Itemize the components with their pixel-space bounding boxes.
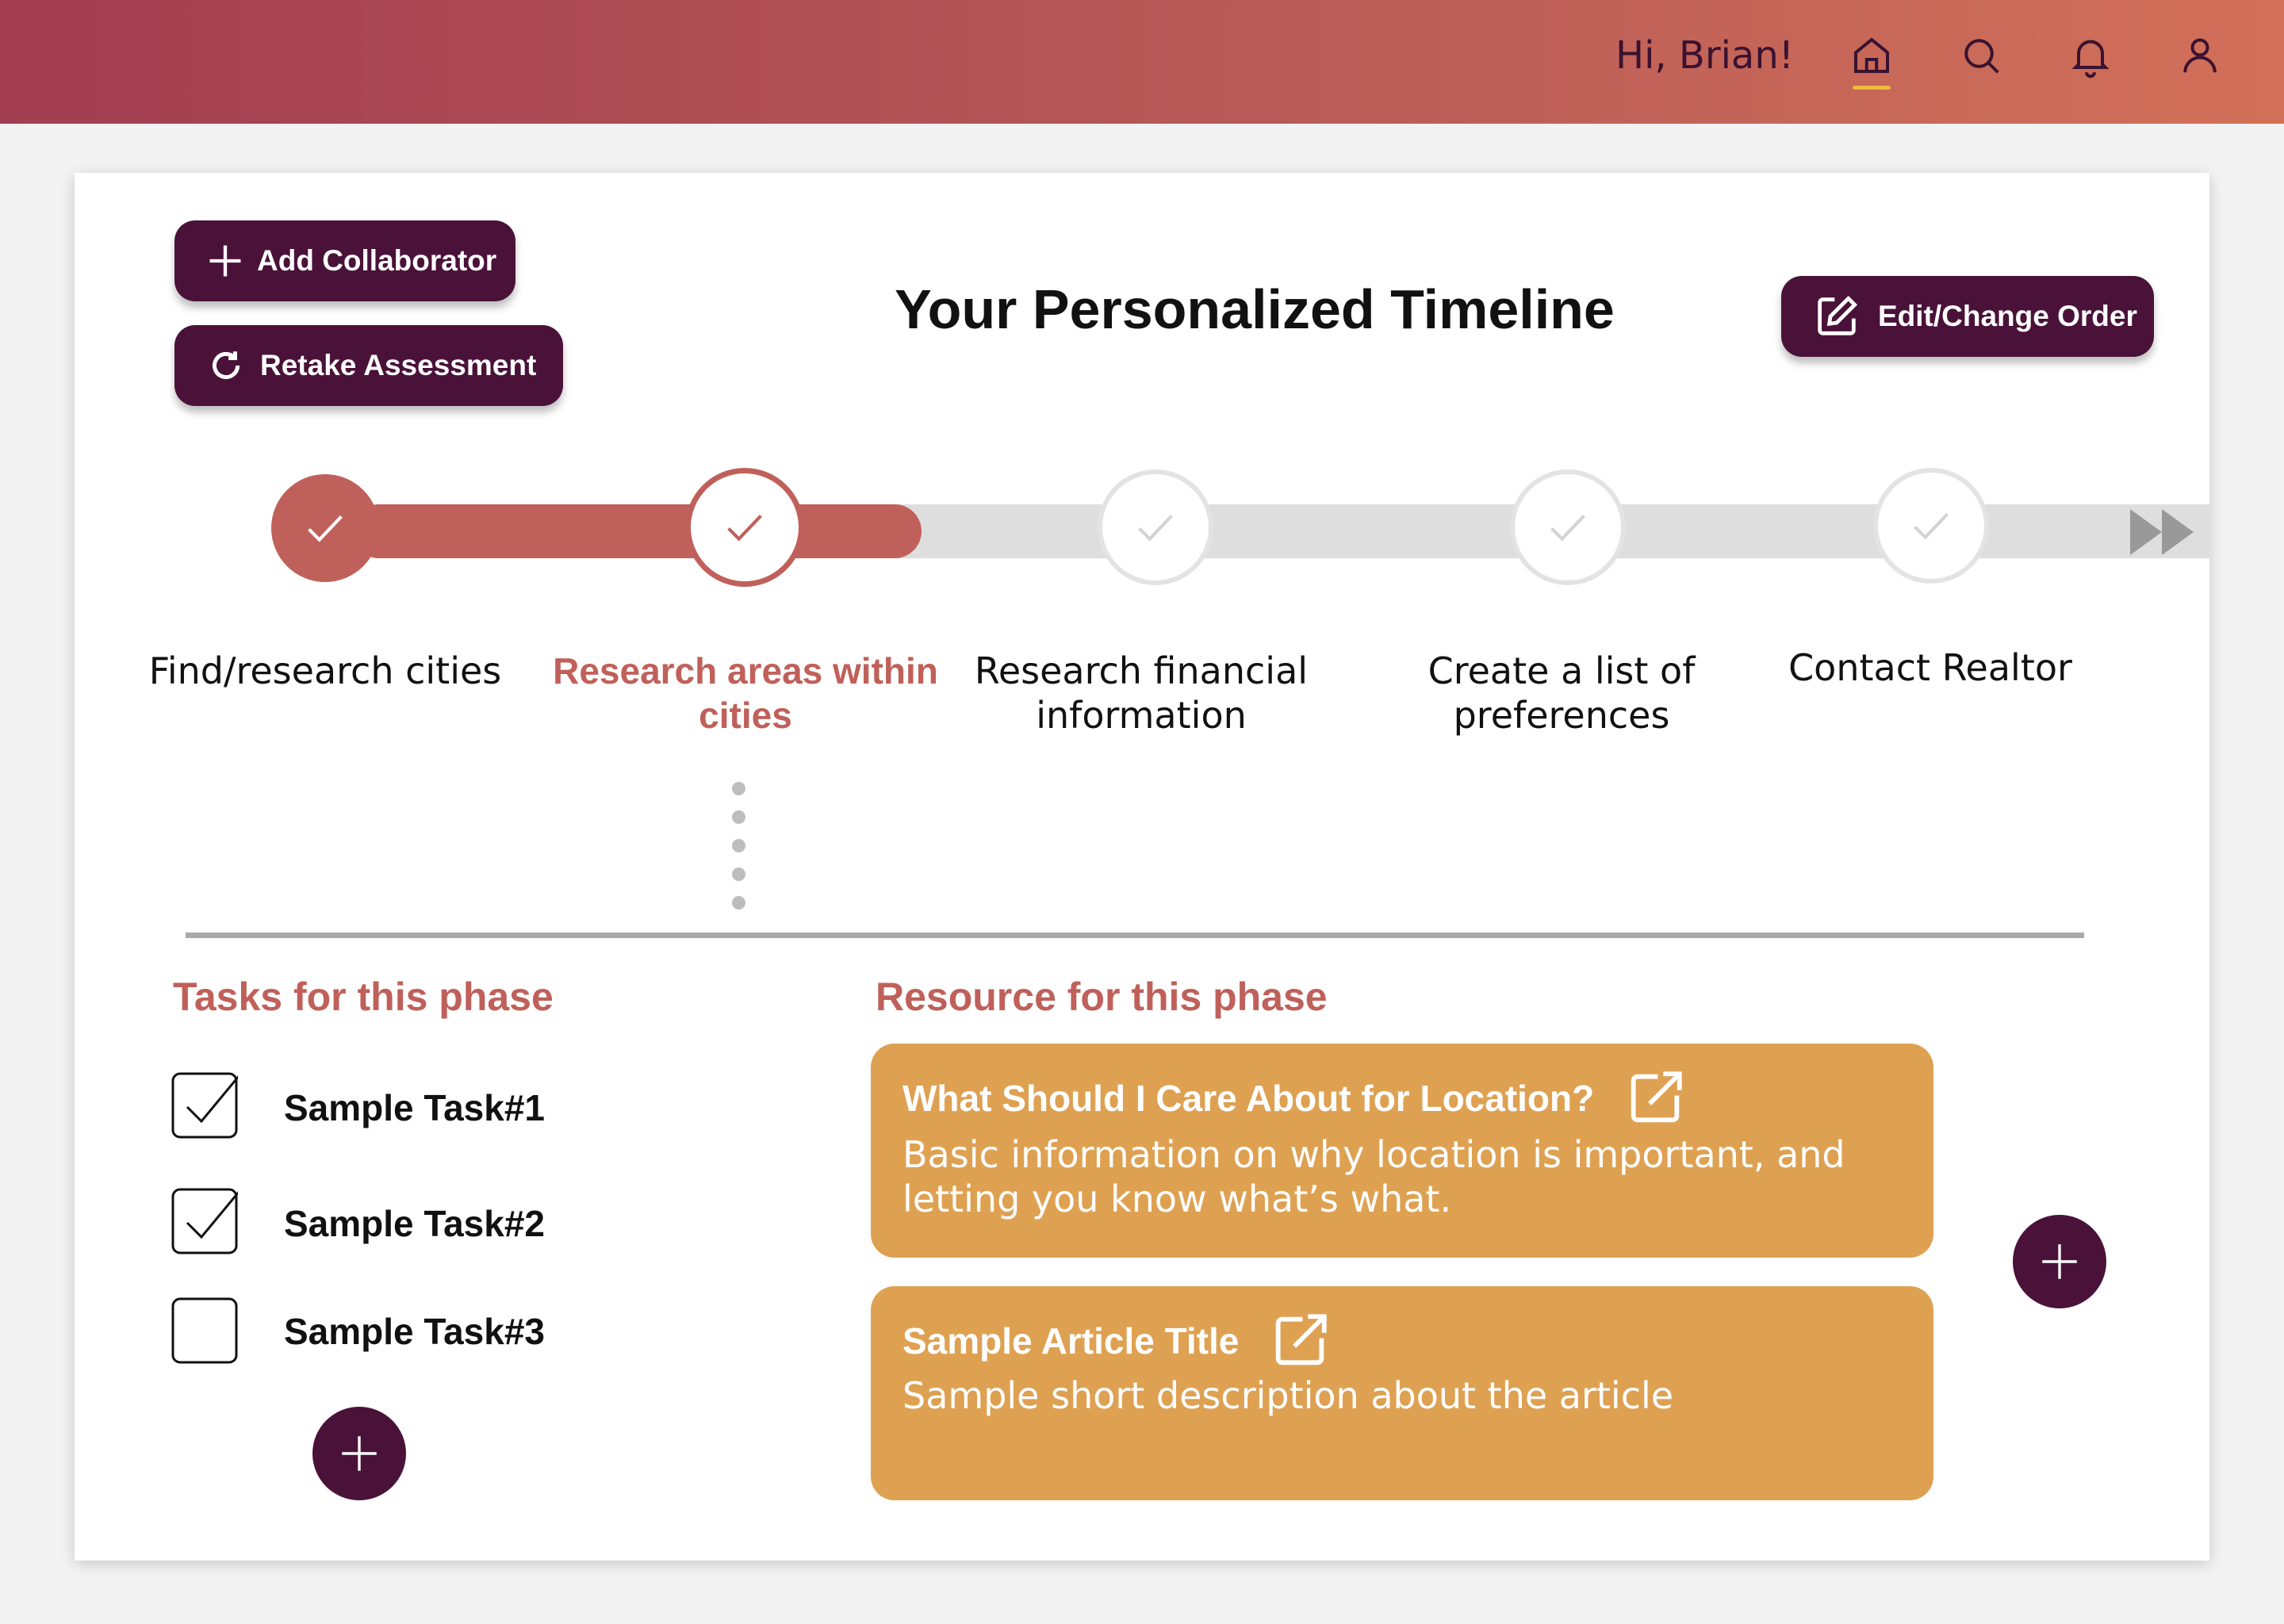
resource-1-description: Basic information on why location is imp… [902,1133,1845,1220]
timeline-step-1-label[interactable]: Find/research cities [143,649,508,693]
plus-icon [342,1436,377,1471]
plus-icon [2042,1244,2077,1279]
task-3-checkbox[interactable] [171,1297,238,1364]
timeline-progress [352,504,922,558]
connector-dot [732,868,745,881]
task-1-label: Sample Task#1 [284,1087,546,1128]
refresh-icon [212,351,240,380]
check-icon [308,515,343,542]
timeline-step-4[interactable] [1510,469,1626,585]
connector-dot [732,896,745,910]
task-3-label: Sample Task#3 [284,1311,546,1352]
page-title: Your Personalized Timeline [895,278,1615,340]
resource-2-description: Sample short description about the artic… [902,1374,1674,1417]
timeline-step-5[interactable] [1873,468,1989,584]
user-greeting: Hi, Brian! [1615,33,1794,78]
check-icon [1914,513,1949,540]
timeline-step-2-current[interactable] [685,468,804,587]
edit-order-button[interactable]: Edit/Change Order [1781,276,2154,357]
home-nav-button[interactable] [1848,32,1895,90]
task-1-checkbox[interactable] [171,1072,238,1139]
checkmark-icon [186,1191,238,1239]
tasks-section-title: Tasks for this phase [173,975,554,1019]
connector-dot [732,810,745,824]
external-link-icon[interactable] [1267,1308,1332,1373]
add-resource-button[interactable] [2013,1215,2106,1308]
retake-assessment-label: Retake Assessment [260,349,537,381]
resources-section-title: Resource for this phase [876,975,1328,1019]
check-icon [1550,515,1585,542]
notifications-nav-button[interactable] [2067,32,2114,89]
task-2-checkbox[interactable] [171,1188,238,1254]
add-collaborator-label: Add Collaborator [257,244,497,277]
resource-2-title[interactable]: Sample Article Title [902,1320,1239,1362]
retake-assessment-button[interactable]: Retake Assessment [174,325,563,406]
timeline-card: Add Collaborator Retake Assessment Your … [75,173,2209,1561]
timeline-step-4-label[interactable]: Create a list of preferences [1391,649,1732,737]
check-icon [727,515,762,542]
timeline-step-3[interactable] [1098,469,1213,585]
resource-1-title[interactable]: What Should I Care About for Location? [902,1077,1594,1120]
edit-order-label: Edit/Change Order [1878,300,2137,332]
connector-dot [732,839,745,852]
plus-icon [209,245,241,277]
external-link-icon[interactable] [1623,1066,1688,1131]
resource-card-2[interactable]: Sample Article Title Sample short descri… [871,1286,1933,1500]
search-icon [1964,39,1999,74]
scroll-timeline-forward-icon[interactable] [2130,509,2195,555]
bell-icon [2071,40,2110,79]
resource-card-1[interactable]: What Should I Care About for Location? B… [871,1044,1933,1258]
timeline-step-3-label[interactable]: Research financial information [963,649,1320,737]
user-icon [2183,38,2217,73]
add-task-button[interactable] [312,1407,406,1500]
home-icon [1854,37,1889,73]
checkmark-icon [186,1075,238,1124]
profile-nav-button[interactable] [2176,32,2224,89]
timeline-step-2-label[interactable]: Research areas within cities [547,649,944,737]
check-icon [1138,515,1173,542]
search-nav-button[interactable] [1957,32,2005,89]
task-2-label: Sample Task#2 [284,1203,546,1244]
timeline-step-1-completed[interactable] [271,474,379,582]
section-divider [186,933,2084,938]
edit-icon [1818,295,1858,335]
add-collaborator-button[interactable]: Add Collaborator [174,220,515,301]
top-nav-bar: Hi, Brian! [0,0,2284,124]
connector-dot [732,782,745,795]
active-nav-indicator [1853,86,1891,90]
timeline-step-5-label[interactable]: Contact Realtor [1764,645,2097,690]
